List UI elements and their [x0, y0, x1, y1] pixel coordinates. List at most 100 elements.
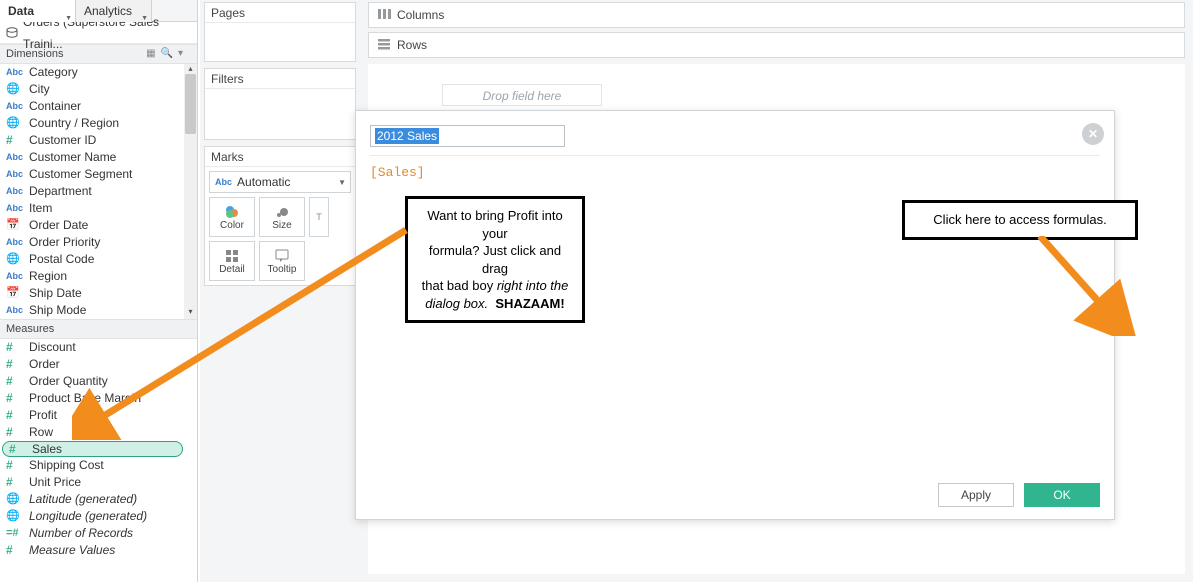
expand-formulas-button[interactable]: ▸	[1107, 309, 1121, 325]
field-label: Ship Mode	[24, 302, 86, 319]
color-icon	[225, 204, 239, 220]
label-icon: T	[316, 209, 322, 225]
geo-type-icon: 🌐	[6, 491, 24, 508]
dimension-field[interactable]: AbcCustomer Segment	[0, 166, 197, 183]
calc-number-type-icon: =#	[6, 525, 24, 542]
shelf-pages-header: Pages	[205, 3, 355, 23]
dimension-field[interactable]: AbcItem	[0, 200, 197, 217]
measures-list: #Discount#Order#Order Quantity#Product B…	[0, 339, 197, 559]
measure-field[interactable]: #Sales	[2, 441, 183, 457]
rows-shelf[interactable]: Rows	[368, 32, 1185, 58]
marks-tooltip-card[interactable]: Tooltip	[259, 241, 305, 281]
measure-field[interactable]: #Order Quantity	[0, 373, 197, 390]
ok-button[interactable]: OK	[1024, 483, 1100, 507]
dimension-field[interactable]: AbcCustomer Name	[0, 149, 197, 166]
marks-detail-card[interactable]: Detail	[209, 241, 255, 281]
dimension-field[interactable]: 🌐City	[0, 81, 197, 98]
columns-icon	[377, 8, 391, 23]
tooltip-icon	[275, 248, 289, 264]
measure-field[interactable]: 🌐Latitude (generated)	[0, 491, 197, 508]
measure-field[interactable]: =#Number of Records	[0, 525, 197, 542]
calc-formula-area[interactable]: [Sales]	[370, 165, 425, 180]
field-label: Postal Code	[24, 251, 94, 268]
text-type-icon: Abc	[6, 166, 24, 183]
measure-field[interactable]: #Profit	[0, 407, 197, 424]
measure-field[interactable]: #Product Base Margin	[0, 390, 197, 407]
columns-shelf[interactable]: Columns	[368, 2, 1185, 28]
dimension-field[interactable]: 🌐Postal Code	[0, 251, 197, 268]
dimension-field[interactable]: 🌐Country / Region	[0, 115, 197, 132]
dimension-field[interactable]: AbcShip Mode	[0, 302, 197, 319]
field-label: Shipping Cost	[24, 457, 104, 474]
text-type-icon: Abc	[6, 64, 24, 81]
anno2-text: Click here to access formulas.	[933, 212, 1106, 227]
measure-field[interactable]: 🌐Longitude (generated)	[0, 508, 197, 525]
number-type-icon: #	[6, 373, 24, 390]
anno1-line4b: SHAZAAM!	[495, 296, 564, 311]
dimension-field[interactable]: 📅Order Date	[0, 217, 197, 234]
scroll-down-icon[interactable]: ▾	[184, 307, 197, 319]
scrollbar[interactable]: ▴ ▾	[184, 64, 197, 319]
field-label: Order Date	[24, 217, 88, 234]
dimension-field[interactable]: AbcOrder Priority	[0, 234, 197, 251]
chevron-right-icon: ▸	[1111, 310, 1117, 324]
measure-field[interactable]: #Unit Price	[0, 474, 197, 491]
dimensions-list: ▴ ▾ AbcCategory🌐CityAbcContainer🌐Country…	[0, 64, 197, 319]
field-label: Item	[24, 200, 52, 217]
datasource-row[interactable]: Orders (Superstore Sales Traini...	[0, 22, 197, 44]
field-label: Order Priority	[24, 234, 100, 251]
marks-color-card[interactable]: Color	[209, 197, 255, 237]
marks-label-card[interactable]: T	[309, 197, 329, 237]
chevron-down-icon[interactable]: ▾	[178, 44, 183, 64]
geo-type-icon: 🌐	[6, 81, 24, 98]
dimension-field[interactable]: 📅Ship Date	[0, 285, 197, 302]
measure-field[interactable]: #Order	[0, 356, 197, 373]
anno1-line2: formula? Just click and drag	[418, 242, 572, 277]
field-label: Customer Segment	[24, 166, 132, 183]
close-icon: ✕	[1088, 127, 1098, 141]
field-label: Profit	[24, 407, 57, 424]
dimension-field[interactable]: AbcCategory	[0, 64, 197, 81]
text-type-icon: Abc	[6, 200, 24, 217]
view-table-icon[interactable]: ▦	[146, 44, 155, 64]
field-label: Order	[24, 356, 60, 373]
dimension-field[interactable]: #Customer ID	[0, 132, 197, 149]
dimension-field[interactable]: AbcContainer	[0, 98, 197, 115]
field-label: Country / Region	[24, 115, 119, 132]
dimension-field[interactable]: AbcRegion	[0, 268, 197, 285]
calc-title-input[interactable]: 2012 Sales	[370, 125, 565, 147]
text-type-icon: Abc	[6, 98, 24, 115]
text-type-icon: Abc	[6, 149, 24, 166]
rows-shelf-label: Rows	[397, 38, 427, 52]
field-label: Sales	[27, 442, 62, 456]
size-icon	[275, 204, 289, 220]
search-icon[interactable]: 🔍	[161, 44, 173, 64]
marks-detail-label: Detail	[219, 264, 245, 275]
shelf-pages[interactable]: Pages	[204, 2, 356, 62]
shelf-filters[interactable]: Filters	[204, 68, 356, 140]
tab-analytics[interactable]: Analytics ▼	[76, 0, 152, 22]
field-label: Container	[24, 98, 81, 115]
number-type-icon: #	[6, 424, 24, 441]
scroll-thumb[interactable]	[185, 74, 196, 134]
number-type-icon: #	[6, 474, 24, 491]
measure-field[interactable]: #Measure Values	[0, 542, 197, 559]
dimension-field[interactable]: AbcDepartment	[0, 183, 197, 200]
close-button[interactable]: ✕	[1082, 123, 1104, 145]
text-type-icon: Abc	[6, 268, 24, 285]
number-type-icon: #	[6, 457, 24, 474]
marks-tooltip-label: Tooltip	[268, 264, 297, 275]
marks-type-dropdown[interactable]: Abc Automatic ▼	[209, 171, 351, 193]
measure-field[interactable]: #Row	[0, 424, 197, 441]
apply-button-label: Apply	[961, 488, 991, 502]
measure-field[interactable]: #Discount	[0, 339, 197, 356]
marks-size-card[interactable]: Size	[259, 197, 305, 237]
field-label: Category	[24, 64, 78, 81]
text-type-icon: Abc	[6, 302, 24, 319]
dimensions-label: Dimensions	[6, 44, 63, 64]
annotation-box-formulas: Click here to access formulas.	[902, 200, 1138, 240]
measure-field[interactable]: #Shipping Cost	[0, 457, 197, 474]
apply-button[interactable]: Apply	[938, 483, 1014, 507]
tab-data[interactable]: Data ▼	[0, 0, 76, 22]
number-type-icon: #	[6, 407, 24, 424]
